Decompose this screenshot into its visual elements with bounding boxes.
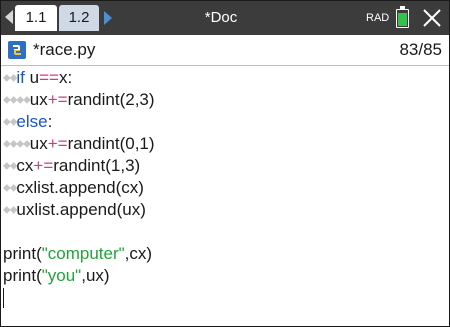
next-page-arrow-icon[interactable] [104, 11, 112, 25]
code-line[interactable]: ◆◆◆◆ux+=randint(2,3) [3, 89, 155, 111]
document-title: *Doc [204, 9, 238, 26]
code-line[interactable]: print("computer",cx) [3, 243, 152, 265]
indent-marker: ◆◆ [3, 204, 17, 216]
code-token: += [33, 156, 54, 175]
python-icon [8, 41, 26, 59]
battery-icon [396, 9, 409, 28]
file-header: *race.py 83/85 [1, 35, 449, 66]
text-cursor [3, 288, 4, 308]
code-token: else [16, 112, 48, 131]
code-token: print( [3, 266, 42, 285]
previous-page-arrow-icon[interactable] [5, 10, 13, 24]
code-token: if [16, 68, 25, 87]
code-token: x: [58, 68, 73, 87]
code-line[interactable]: ◆◆cxlist.append(cx) [3, 177, 144, 199]
indent-marker: ◆◆◆◆ [3, 138, 31, 150]
close-icon[interactable] [419, 3, 445, 33]
code-token: "you" [41, 266, 82, 285]
line-position: 83/85 [399, 40, 442, 59]
code-line[interactable]: ◆◆else: [3, 111, 52, 133]
angle-mode-indicator: RAD [366, 12, 390, 24]
code-token: u [24, 68, 40, 87]
code-token: == [39, 68, 59, 87]
code-token: randint(1,3) [53, 156, 141, 175]
code-token: randint(2,3) [67, 90, 155, 109]
code-token: randint(0,1) [67, 134, 155, 153]
app-window: 1.1 1.2 *Doc RAD *race.py 83/85 ◆◆if u==… [0, 0, 450, 327]
code-token: += [47, 90, 68, 109]
code-token: uxlist.append(ux) [16, 200, 146, 219]
code-token: print( [3, 244, 42, 263]
indent-marker: ◆◆◆◆ [3, 94, 31, 106]
tab-page-1-1[interactable]: 1.1 [15, 5, 57, 31]
code-token: : [47, 112, 53, 131]
code-line[interactable]: ◆◆cx+=randint(1,3) [3, 155, 140, 177]
title-bar: 1.1 1.2 *Doc RAD [1, 1, 449, 35]
code-token: ,ux) [81, 266, 110, 285]
code-line[interactable]: ◆◆uxlist.append(ux) [3, 199, 146, 221]
code-line[interactable]: ◆◆if u==x: [3, 67, 72, 89]
indent-marker: ◆◆ [3, 72, 17, 84]
indent-marker: ◆◆ [3, 160, 17, 172]
code-line[interactable]: print("you",ux) [3, 265, 110, 287]
code-token: cxlist.append(cx) [16, 178, 144, 197]
indent-marker: ◆◆ [3, 182, 17, 194]
tab-page-1-2[interactable]: 1.2 [59, 5, 99, 31]
code-token: += [47, 134, 68, 153]
code-line[interactable]: ◆◆◆◆ux+=randint(0,1) [3, 133, 155, 155]
code-token: ,cx) [124, 244, 153, 263]
code-token: ux [29, 90, 48, 109]
code-token: cx [16, 156, 34, 175]
indent-marker: ◆◆ [3, 116, 17, 128]
code-token: "computer" [41, 244, 125, 263]
code-token: ux [29, 134, 48, 153]
battery-level [398, 13, 407, 26]
file-name: *race.py [33, 40, 96, 59]
